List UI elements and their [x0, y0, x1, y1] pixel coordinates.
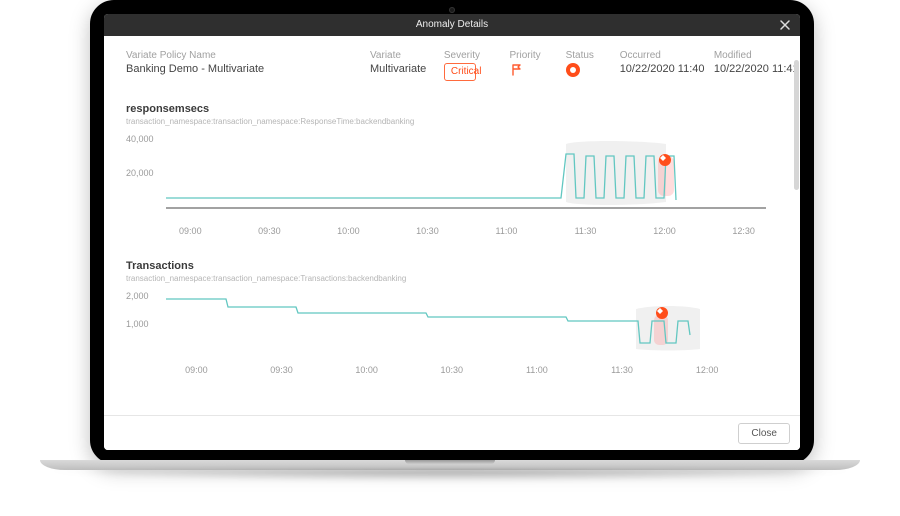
y-tick: 20,000	[126, 168, 154, 178]
x-tick: 12:30	[732, 226, 755, 236]
severity-label: Severity	[444, 50, 476, 61]
close-button[interactable]: Close	[738, 423, 790, 444]
policy-name-value: Banking Demo - Multivariate	[126, 63, 276, 75]
x-tick: 09:30	[258, 226, 281, 236]
chart-section-transactions: Transactions transaction_namespace:trans…	[126, 260, 774, 379]
window-title: Anomaly Details	[416, 19, 488, 30]
x-tick: 12:00	[696, 365, 719, 375]
x-tick: 11:00	[526, 365, 548, 375]
chart-subtitle: transaction_namespace:transaction_namesp…	[126, 274, 774, 283]
x-tick: 11:30	[575, 226, 597, 236]
anomaly-marker-icon[interactable]	[656, 307, 668, 319]
flag-icon[interactable]	[510, 63, 532, 77]
modified-label: Modified	[714, 50, 774, 61]
anomaly-marker-icon[interactable]	[659, 154, 671, 166]
laptop-base	[40, 460, 860, 470]
x-tick: 09:00	[179, 226, 202, 236]
chart-canvas-responsemsecs	[166, 134, 786, 224]
scrollbar-thumb[interactable]	[794, 60, 799, 190]
x-tick: 11:00	[496, 226, 518, 236]
x-tick: 10:30	[440, 365, 463, 375]
severity-badge: Critical	[444, 63, 476, 81]
status-label: Status	[566, 50, 586, 61]
policy-name-label: Variate Policy Name	[126, 50, 276, 61]
variate-value: Multivariate	[370, 63, 410, 75]
chart-subtitle: transaction_namespace:transaction_namesp…	[126, 117, 774, 126]
chart-canvas-transactions	[166, 291, 786, 361]
dialog-footer: Close	[104, 415, 800, 450]
variate-label: Variate	[370, 50, 410, 61]
x-tick: 09:00	[185, 365, 208, 375]
chart-title: responsemsecs	[126, 103, 774, 115]
y-tick: 2,000	[126, 291, 149, 301]
occurred-value: 10/22/2020 11:40	[620, 63, 680, 75]
priority-label: Priority	[510, 50, 532, 61]
x-tick: 10:00	[355, 365, 378, 375]
chart-title: Transactions	[126, 260, 774, 272]
y-tick: 1,000	[126, 319, 149, 329]
laptop-frame: Anomaly Details Variate Policy Name Bank…	[90, 0, 814, 464]
x-tick: 10:00	[337, 226, 360, 236]
camera-dot	[449, 7, 455, 13]
y-tick: 40,000	[126, 134, 154, 144]
occurred-label: Occurred	[620, 50, 680, 61]
close-icon[interactable]	[778, 18, 792, 32]
x-tick: 09:30	[270, 365, 293, 375]
chart-section-responsemsecs: responsemsecs transaction_namespace:tran…	[126, 103, 774, 242]
status-open-icon[interactable]	[566, 63, 580, 77]
modified-value: 10/22/2020 11:41	[714, 63, 774, 75]
x-tick: 12:00	[653, 226, 676, 236]
x-tick: 11:30	[611, 365, 633, 375]
window-titlebar: Anomaly Details	[104, 14, 800, 36]
x-tick: 10:30	[416, 226, 439, 236]
anomaly-summary-row: Variate Policy Name Banking Demo - Multi…	[126, 50, 774, 81]
